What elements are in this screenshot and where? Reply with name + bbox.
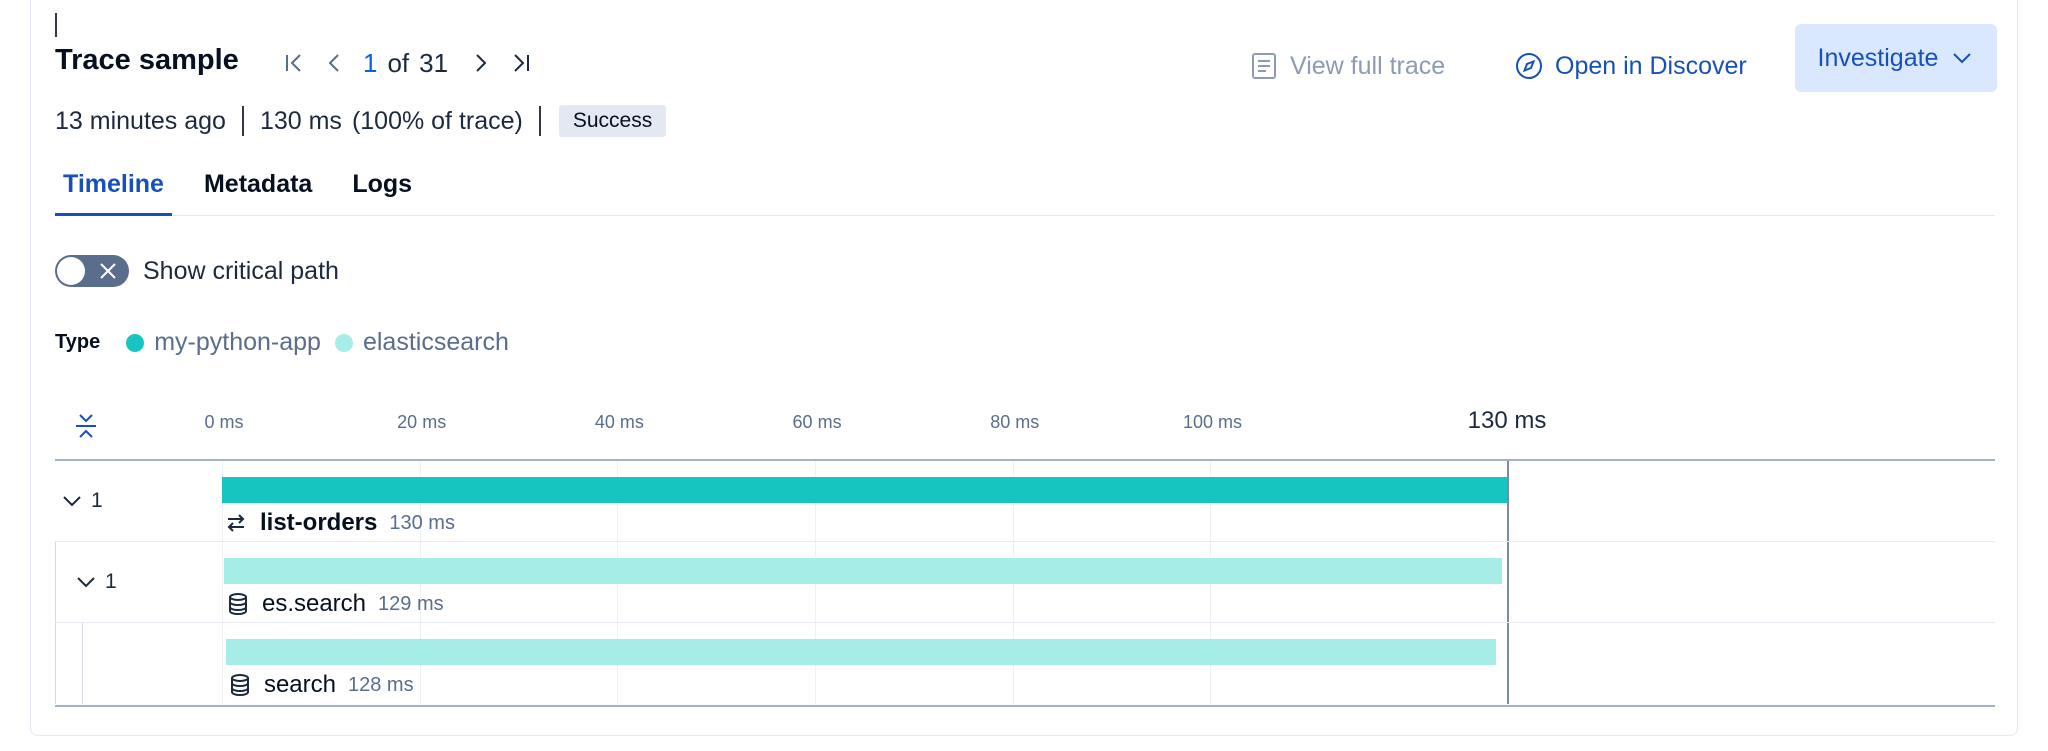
chevron-left-icon: [328, 54, 339, 72]
chevron-down-icon: [77, 577, 95, 588]
trace-duration: 130 ms: [259, 106, 342, 135]
total-pages: 31: [419, 47, 449, 78]
trace-end-line: [1507, 461, 1509, 541]
compass-icon: [1516, 53, 1542, 79]
document-icon: [1252, 53, 1276, 79]
waterfall-timeline: 0 ms 20 ms 40 ms 60 ms 80 ms 100 ms 130 …: [55, 395, 1995, 707]
view-full-trace-button[interactable]: View full trace: [1250, 34, 1445, 98]
meta-separator: [538, 106, 541, 136]
trace-header: Trace sample 1 of 31 View full trace Ope…: [55, 24, 1997, 94]
open-in-discover-button[interactable]: Open in Discover: [1515, 34, 1747, 98]
type-legend: Type my-python-app elasticsearch: [55, 328, 523, 357]
legend-label: my-python-app: [154, 328, 321, 356]
axis-tick-label: 80 ms: [990, 412, 1040, 432]
legend-label: elasticsearch: [362, 328, 509, 356]
span-name: list-orders: [260, 509, 378, 536]
chevron-down-icon: [63, 496, 81, 507]
legend-dot: [126, 333, 145, 352]
time-axis: 0 ms 20 ms 40 ms 60 ms 80 ms 100 ms 130 …: [55, 395, 1995, 461]
investigate-button[interactable]: Investigate: [1795, 24, 1997, 92]
collapse-all-button[interactable]: [73, 411, 99, 446]
span-bar[interactable]: [222, 477, 1507, 503]
span-toggle[interactable]: 1: [61, 489, 103, 513]
page-title: Trace sample: [55, 44, 239, 76]
next-page-button[interactable]: [460, 46, 500, 80]
of-label: of: [387, 47, 410, 78]
grid-line: [222, 623, 223, 704]
view-full-trace-label: View full trace: [1290, 51, 1446, 80]
span-duration: 128 ms: [348, 673, 414, 696]
type-legend-label: Type: [55, 331, 101, 353]
trace-end-line: [1507, 542, 1509, 622]
prev-page-button[interactable]: [315, 46, 355, 80]
tab-logs[interactable]: Logs: [344, 166, 420, 216]
span-name: es.search: [261, 590, 367, 617]
meta-separator: [241, 106, 244, 136]
span-rows: 1 list-orders 130 ms 1 es.search 129 ms: [55, 461, 1995, 707]
child-count: 1: [91, 489, 103, 512]
tree-guide-line: [55, 623, 56, 704]
span-row-es-search[interactable]: 1 es.search 129 ms: [55, 542, 1995, 623]
database-icon: [228, 593, 247, 616]
span-toggle[interactable]: 1: [75, 570, 117, 594]
trace-pager: 1 of 31: [275, 46, 540, 80]
span-label[interactable]: es.search 129 ms: [226, 590, 444, 618]
trace-share: (100% of trace): [351, 106, 523, 135]
critical-path-switch[interactable]: [55, 255, 129, 287]
last-page-icon: [514, 54, 530, 72]
span-label[interactable]: list-orders 130 ms: [224, 509, 455, 537]
axis-tick-label: 60 ms: [792, 412, 842, 432]
tab-metadata[interactable]: Metadata: [196, 166, 320, 216]
axis-tick-label: 40 ms: [594, 412, 644, 432]
legend-item-elasticsearch: elasticsearch: [334, 328, 509, 357]
chevron-right-icon: [476, 54, 487, 72]
span-label[interactable]: search 128 ms: [228, 671, 414, 699]
span-duration: 130 ms: [389, 511, 455, 534]
critical-path-row: Show critical path: [55, 255, 339, 287]
database-icon: [230, 674, 249, 697]
first-page-icon: [286, 54, 301, 72]
legend-item-my-python-app: my-python-app: [126, 328, 321, 357]
trace-age: 13 minutes ago: [55, 106, 226, 135]
tree-guide-line: [82, 623, 83, 704]
span-duration: 129 ms: [378, 592, 444, 615]
child-count: 1: [105, 570, 117, 593]
span-bar[interactable]: [225, 639, 1497, 665]
investigate-label: Investigate: [1817, 43, 1939, 72]
trace-end-line: [1507, 623, 1509, 704]
exchange-icon: [227, 514, 245, 532]
current-page[interactable]: 1: [363, 48, 377, 79]
trace-meta: 13 minutes ago 130 ms (100% of trace) Su…: [55, 104, 667, 138]
span-row-search[interactable]: search 128 ms: [55, 623, 1995, 704]
collapse-icon: [76, 414, 96, 438]
axis-tick-label: 20 ms: [397, 412, 447, 432]
span-row-list-orders[interactable]: 1 list-orders 130 ms: [55, 461, 1995, 542]
status-badge: Success: [558, 105, 667, 137]
tree-guide-line: [55, 542, 56, 622]
axis-tick-label: 0 ms: [204, 412, 244, 432]
legend-dot: [334, 333, 353, 352]
close-icon: [100, 263, 116, 279]
last-page-button[interactable]: [500, 46, 540, 80]
critical-path-label: Show critical path: [143, 256, 339, 285]
first-page-button[interactable]: [275, 46, 315, 80]
switch-knob: [57, 257, 85, 285]
axis-tick-label: 100 ms: [1182, 412, 1242, 432]
chevron-down-icon: [1953, 53, 1972, 64]
span-name: search: [263, 671, 336, 698]
grid-line: [222, 542, 223, 622]
tab-bar: Timeline Metadata Logs: [55, 166, 1995, 216]
axis-end-label: 130 ms: [1467, 407, 1547, 434]
tab-timeline[interactable]: Timeline: [55, 166, 172, 216]
open-in-discover-label: Open in Discover: [1555, 51, 1747, 80]
span-bar[interactable]: [223, 558, 1503, 584]
